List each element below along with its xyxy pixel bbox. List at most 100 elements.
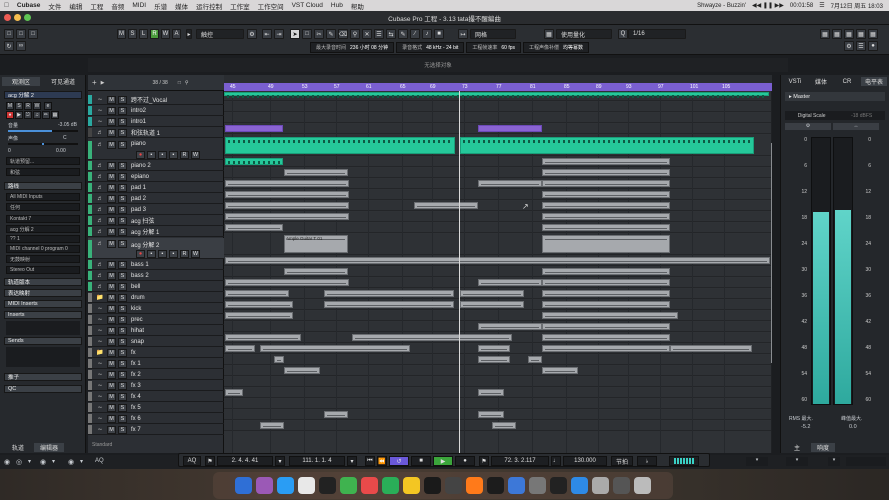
event-clip[interactable] [542, 235, 670, 253]
track-mute-button[interactable]: M [107, 95, 116, 104]
track-solo-button[interactable]: S [118, 117, 127, 126]
track-edit-icon[interactable]: ▪ [169, 151, 178, 159]
track-row[interactable]: ♬ M Spiano 2 [88, 161, 224, 171]
tab-main[interactable]: 主 [785, 443, 809, 452]
track-row[interactable]: ♬ M Spiano ● ▪ ▪ ▪ R W [88, 139, 224, 160]
record-button-icon[interactable]: ● [455, 456, 475, 466]
event-clip[interactable] [478, 125, 542, 132]
metronome-icon[interactable]: ♭ [637, 456, 657, 466]
event-clip[interactable] [478, 356, 510, 363]
layout-icon-3[interactable]: ▦ [844, 29, 854, 39]
tab-track[interactable]: 轨道 [4, 443, 32, 452]
track-solo-button[interactable]: S [118, 370, 127, 379]
track-monitor-icon[interactable]: ▪ [147, 151, 156, 159]
left-locator[interactable]: 2. 4. 4. 41 [217, 456, 273, 466]
track-record-enable-icon[interactable]: ● [136, 151, 145, 159]
track-mute-button[interactable]: M [107, 370, 116, 379]
event-clip[interactable] [542, 169, 670, 176]
menu-score[interactable]: 乐谱 [154, 1, 167, 11]
event-clip[interactable] [414, 202, 478, 209]
track-row[interactable]: ♬ M Sbass 2 [88, 271, 224, 281]
auto-scroll-button[interactable]: A [172, 29, 181, 39]
layout-icon-2[interactable]: ▦ [832, 29, 842, 39]
layout-icon-5[interactable]: ▦ [868, 29, 878, 39]
menu-edit[interactable]: 编辑 [69, 1, 82, 11]
track-mute-button[interactable]: M [107, 141, 116, 149]
safari-icon[interactable] [277, 477, 294, 494]
track-mute-button[interactable]: M [107, 128, 116, 137]
track-solo-button[interactable]: S [118, 128, 127, 137]
lower-zone-toggle-icon[interactable]: □ [16, 29, 26, 39]
event-clip[interactable] [542, 290, 670, 297]
event-clip[interactable] [670, 345, 752, 352]
event-clip[interactable] [284, 169, 348, 176]
track-solo-button[interactable]: S [118, 216, 127, 225]
track-row[interactable]: ♬ M Spad 1 [88, 183, 224, 193]
track-row[interactable]: ♬ M S 和弦轨道 1 [88, 128, 224, 138]
menu-media[interactable]: 媒体 [175, 1, 188, 11]
event-clip[interactable] [225, 345, 255, 352]
event-clip[interactable] [542, 367, 578, 374]
track-row[interactable]: ∼ M Sintro2 [88, 106, 224, 116]
inspector-track-name[interactable]: acg 分解 2 [4, 91, 82, 99]
event-clip[interactable] [478, 411, 504, 418]
right-locator[interactable]: 72. 3. 2.117 [491, 456, 549, 466]
track-row[interactable]: ∼ M Sfx 3 [88, 381, 224, 391]
grid-type-select[interactable]: 网格 [470, 29, 516, 39]
event-clip[interactable] [528, 356, 542, 363]
track-mute-button[interactable]: M [107, 304, 116, 313]
track-mute-button[interactable]: M [107, 425, 116, 434]
track-row[interactable]: ∼ M Sfx 1 [88, 359, 224, 369]
track-solo-button[interactable]: S [118, 183, 127, 192]
comp-tool-icon[interactable]: ☰ [374, 29, 384, 39]
track-solo-button[interactable]: S [118, 172, 127, 181]
track-mute-button[interactable]: M [107, 337, 116, 346]
track-mute-button[interactable]: M [107, 403, 116, 412]
automation-icon[interactable]: ⚙ [247, 29, 257, 39]
event-clip[interactable] [225, 158, 283, 165]
event-clip[interactable] [542, 158, 670, 165]
quantize-icon[interactable]: ▦ [544, 29, 554, 39]
status-pan-law[interactable]: 工程声像补偿 均等幂数 [523, 42, 590, 53]
event-clip[interactable] [542, 180, 670, 187]
track-row[interactable]: ∼ M Sfx 6 [88, 414, 224, 424]
track-row[interactable]: ∼ M Sfx 4 [88, 392, 224, 402]
capcut-icon[interactable] [424, 477, 441, 494]
wechat-icon[interactable] [382, 477, 399, 494]
trash-icon[interactable] [634, 477, 651, 494]
track-row[interactable]: ♬ M Sepiano [88, 172, 224, 182]
event-clip[interactable] [225, 389, 243, 396]
tab-editor[interactable]: 编辑器 [34, 443, 64, 452]
program-select[interactable]: MIDI channel 0 program 0 [6, 245, 80, 253]
zoom-icon[interactable] [24, 14, 31, 21]
midi-input-select[interactable]: All MIDI Inputs [6, 193, 80, 201]
track-edit-icon[interactable]: ▪ [169, 250, 178, 258]
track-row[interactable]: ∼ M Shihat [88, 326, 224, 336]
window-layout-icon[interactable]: ▦ [820, 29, 830, 39]
tab-cr[interactable]: CR [835, 77, 859, 86]
event-clip[interactable] [225, 301, 293, 308]
clock[interactable]: 7月12日 周五 18:03 [831, 1, 883, 10]
midi-channel-select[interactable]: 任何 [6, 203, 80, 211]
launchpad-icon[interactable] [256, 477, 273, 494]
link-icon[interactable]: ∞ [16, 41, 26, 51]
now-playing[interactable]: Shwayze - Buzzin' [697, 3, 746, 9]
write-button[interactable]: W [33, 102, 41, 110]
event-clip[interactable] [225, 224, 283, 231]
edit-channel-icon[interactable]: e [44, 102, 52, 110]
event-clip[interactable] [542, 191, 670, 198]
track-row[interactable]: ♬ M Sbell [88, 282, 224, 292]
track-row[interactable]: ♬ M Sacg 分解 2 ● ▪ ▪ ▪ R W [88, 238, 224, 259]
mixer-icon[interactable]: ☰ [856, 41, 866, 51]
event-clip[interactable] [542, 224, 670, 231]
ruler[interactable]: 45 49 53 57 61 65 69 73 77 81 85 89 93 97 101 105 [224, 75, 772, 91]
master-header[interactable]: ▸ Master [785, 92, 885, 101]
track-mute-button[interactable]: M [107, 315, 116, 324]
track-row[interactable]: 📁 M Sdrum [88, 293, 224, 303]
time-warp-tool-icon[interactable]: ⇆ [386, 29, 396, 39]
pan-slider[interactable] [8, 143, 78, 145]
event-clip[interactable] [460, 290, 524, 297]
event-clip[interactable] [225, 191, 349, 198]
record-icon[interactable]: ● [868, 41, 878, 51]
track-solo-button[interactable]: S [118, 403, 127, 412]
